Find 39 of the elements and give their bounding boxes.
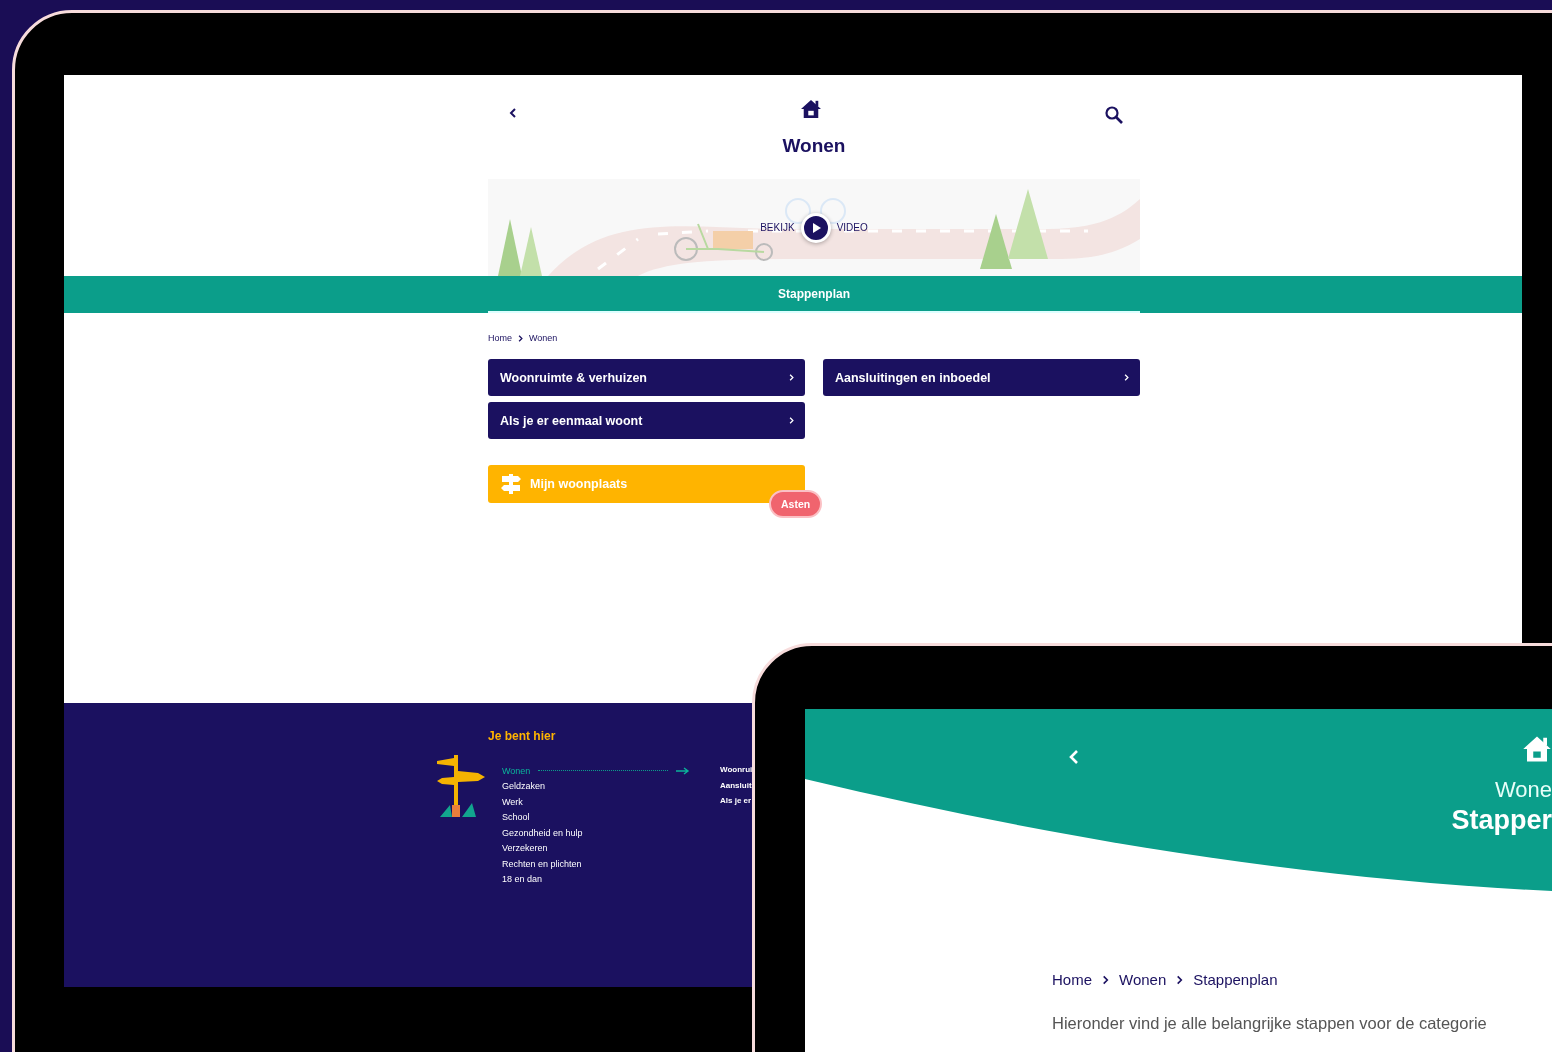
chevron-right-icon: [1123, 374, 1130, 381]
arrow-right-icon: [676, 766, 690, 775]
video-label: BEKIJK: [760, 222, 795, 233]
breadcrumb-link[interactable]: Home: [1052, 971, 1092, 988]
signpost-icon: [500, 474, 522, 494]
breadcrumb-link[interactable]: Wonen: [529, 333, 558, 343]
town-badge: Asten: [769, 490, 823, 518]
breadcrumb-link[interactable]: Wonen: [1119, 971, 1167, 988]
footer-menu-item[interactable]: School: [502, 812, 530, 823]
breadcrumb-link[interactable]: Home: [488, 333, 512, 343]
section-title: Stappenplan: [488, 276, 1140, 313]
intro-text: Hieronder vind je alle belangrijke stappen voor de categorie: [1052, 1014, 1488, 1033]
footer-menu-item[interactable]: 18 en dan: [502, 874, 543, 885]
footer-submenu-item[interactable]: Als je er: [720, 796, 753, 808]
breadcrumb-link[interactable]: Stappenplan: [1193, 971, 1278, 988]
back-icon[interactable]: [508, 107, 518, 119]
footer-menu-item[interactable]: Gezondheid en hulp: [502, 827, 583, 838]
category-button[interactable]: Als je er eenmaal woont: [488, 402, 805, 439]
page-title: Wonen: [781, 135, 847, 157]
footer-submenu-item[interactable]: Woonrui: [720, 765, 753, 777]
footer-menu-item[interactable]: Werk: [502, 796, 523, 807]
page-title: Stapper: [1451, 805, 1552, 836]
footer-heading: Je bent hier: [488, 729, 557, 743]
breadcrumb-separator-icon: [1175, 974, 1185, 985]
breadcrumb-separator-icon: [517, 334, 524, 342]
category-title: Wone: [1494, 777, 1552, 803]
category-button[interactable]: Aansluitingen en inboedel: [823, 359, 1140, 396]
category-button[interactable]: Woonruimte & verhuizen: [488, 359, 805, 396]
breadcrumb-separator-icon: [1101, 974, 1110, 985]
footer-menu-item[interactable]: Geldzaken: [502, 781, 546, 792]
footer-menu-item[interactable]: Wonen: [502, 765, 531, 776]
footer-menu-item[interactable]: Verzekeren: [502, 843, 548, 854]
footer-menu-item[interactable]: Rechten en plichten: [502, 858, 582, 869]
search-icon[interactable]: [1104, 105, 1124, 125]
chevron-right-icon: [788, 417, 795, 424]
footer-submenu-item[interactable]: Aansluit: [720, 780, 753, 792]
home-icon[interactable]: [800, 99, 822, 119]
video-label: VIDEO: [836, 222, 868, 233]
chevron-right-icon: [788, 374, 795, 381]
